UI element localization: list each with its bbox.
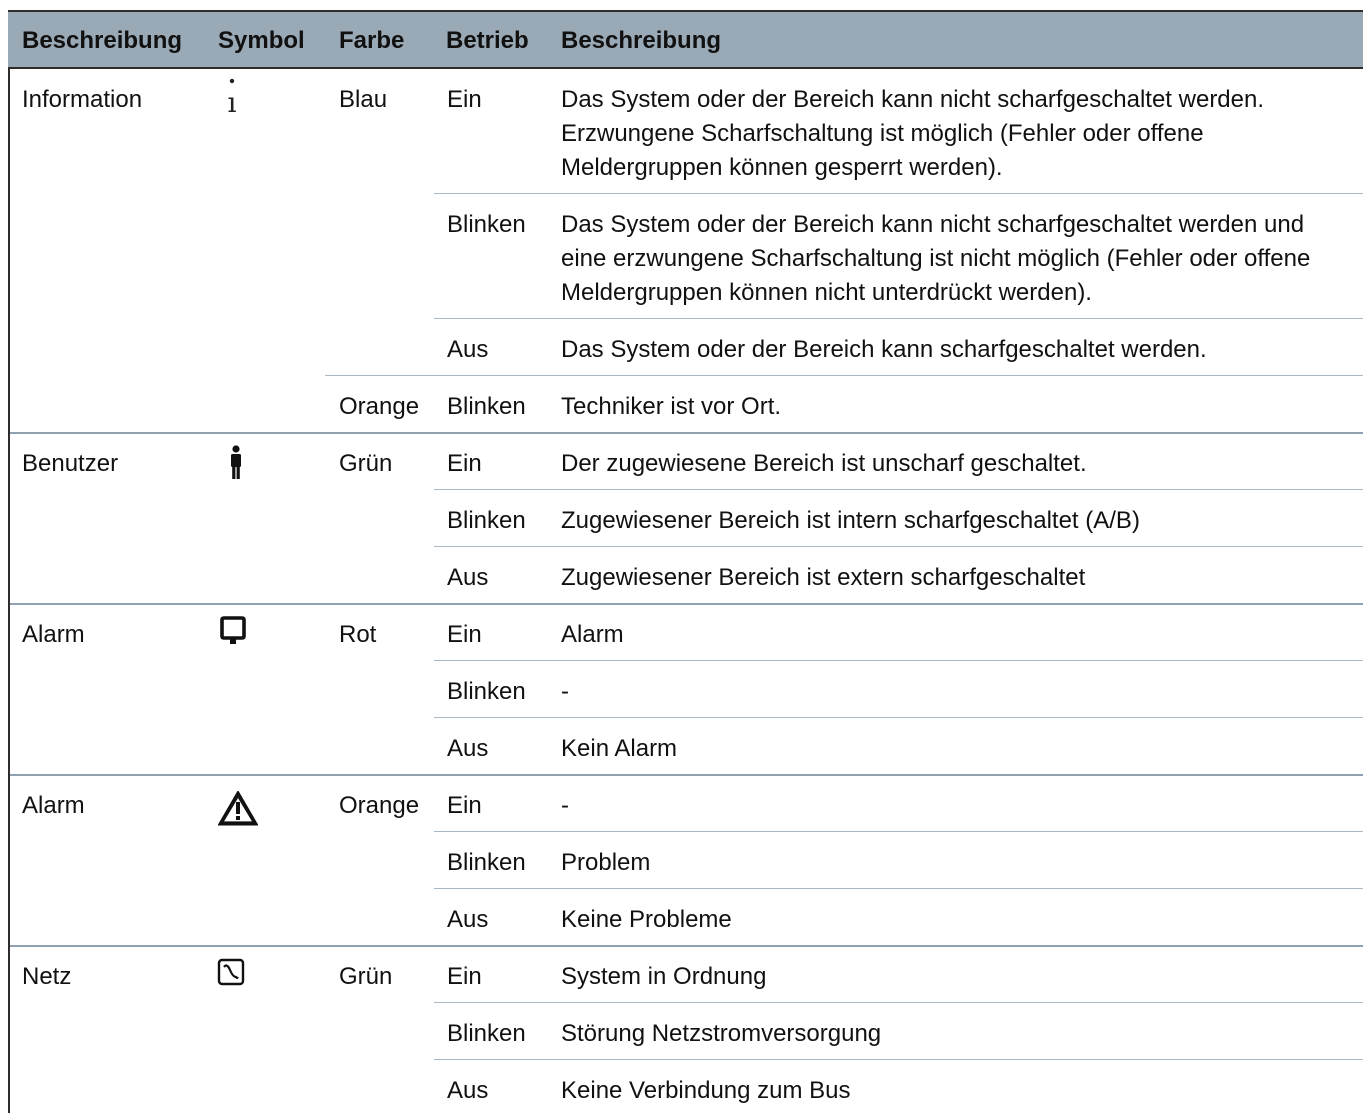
led-operation: Aus	[447, 564, 489, 591]
info-i-icon: ı	[223, 77, 243, 122]
led-operation: Ein	[447, 450, 482, 477]
led-meaning: Zugewiesener Bereich ist extern scharfge…	[561, 564, 1086, 591]
led-operation: Blinken	[447, 211, 526, 238]
led-meaning: Der zugewiesene Bereich ist unscharf ges…	[561, 450, 1087, 477]
led-meaning: Das System oder der Bereich kann scharfg…	[561, 336, 1207, 363]
row-divider	[10, 945, 1363, 947]
led-color: Rot	[339, 621, 377, 648]
led-meaning: Das System oder der Bereich kann nicht s…	[561, 86, 1265, 181]
led-meaning: -	[561, 792, 569, 819]
led-operation: Aus	[447, 906, 489, 933]
table-left-border	[8, 10, 10, 1113]
led-operation: Aus	[447, 735, 489, 762]
led-operation: Blinken	[447, 678, 526, 705]
row-divider	[10, 432, 1363, 434]
row-divider	[10, 774, 1363, 776]
led-operation: Aus	[447, 1077, 489, 1104]
row-divider	[434, 318, 1363, 319]
person-icon	[228, 445, 244, 486]
led-operation: Blinken	[447, 849, 526, 876]
header-description-detail: Beschreibung	[561, 27, 722, 54]
row-divider	[434, 193, 1363, 194]
header-color: Farbe	[339, 27, 405, 54]
led-operation: Ein	[447, 792, 482, 819]
row-divider	[434, 546, 1363, 547]
row-divider	[434, 1002, 1363, 1003]
led-meaning: Das System oder der Bereich kann nicht s…	[561, 211, 1311, 306]
group-description: Netz	[22, 963, 72, 990]
svg-text:ı: ı	[228, 86, 237, 117]
led-status-table: Beschreibung Symbol Farbe Betrieb Beschr…	[0, 0, 1363, 1113]
group-description: Alarm	[22, 621, 85, 648]
led-color: Orange	[339, 792, 420, 819]
led-operation: Ein	[447, 86, 482, 113]
row-divider	[434, 660, 1363, 661]
led-operation: Ein	[447, 621, 482, 648]
led-meaning: Keine Probleme	[561, 906, 732, 933]
header-symbol: Symbol	[218, 27, 305, 54]
warning-triangle-icon	[217, 790, 259, 832]
row-divider	[434, 831, 1363, 832]
led-color: Orange	[339, 393, 420, 420]
led-meaning: -	[561, 678, 569, 705]
led-operation: Aus	[447, 336, 489, 363]
led-meaning: Techniker ist vor Ort.	[561, 393, 782, 420]
led-operation: Blinken	[447, 1020, 526, 1047]
led-meaning: Alarm	[561, 621, 624, 648]
header-operation: Betrieb	[446, 27, 529, 54]
led-color: Grün	[339, 963, 393, 990]
row-divider	[434, 1059, 1363, 1060]
bell-icon	[220, 616, 246, 651]
row-divider	[434, 888, 1363, 889]
row-divider	[325, 375, 1363, 376]
table-header: Beschreibung Symbol Farbe Betrieb Beschr…	[8, 10, 1363, 69]
led-meaning: Problem	[561, 849, 651, 876]
led-color: Blau	[339, 86, 388, 113]
led-meaning: Kein Alarm	[561, 735, 678, 762]
ac-power-icon	[217, 958, 245, 991]
led-operation: Blinken	[447, 507, 526, 534]
led-meaning: Zugewiesener Bereich ist intern scharfge…	[561, 507, 1140, 534]
led-operation: Ein	[447, 963, 482, 990]
row-divider	[434, 489, 1363, 490]
group-description: Information	[22, 86, 143, 113]
group-description: Benutzer	[22, 450, 119, 477]
led-meaning: System in Ordnung	[561, 963, 767, 990]
led-meaning: Keine Verbindung zum Bus	[561, 1077, 851, 1104]
header-description: Beschreibung	[22, 27, 183, 54]
row-divider	[10, 603, 1363, 605]
led-operation: Blinken	[447, 393, 526, 420]
led-color: Grün	[339, 450, 393, 477]
row-divider	[434, 717, 1363, 718]
group-description: Alarm	[22, 792, 85, 819]
led-meaning: Störung Netzstromversorgung	[561, 1020, 882, 1047]
